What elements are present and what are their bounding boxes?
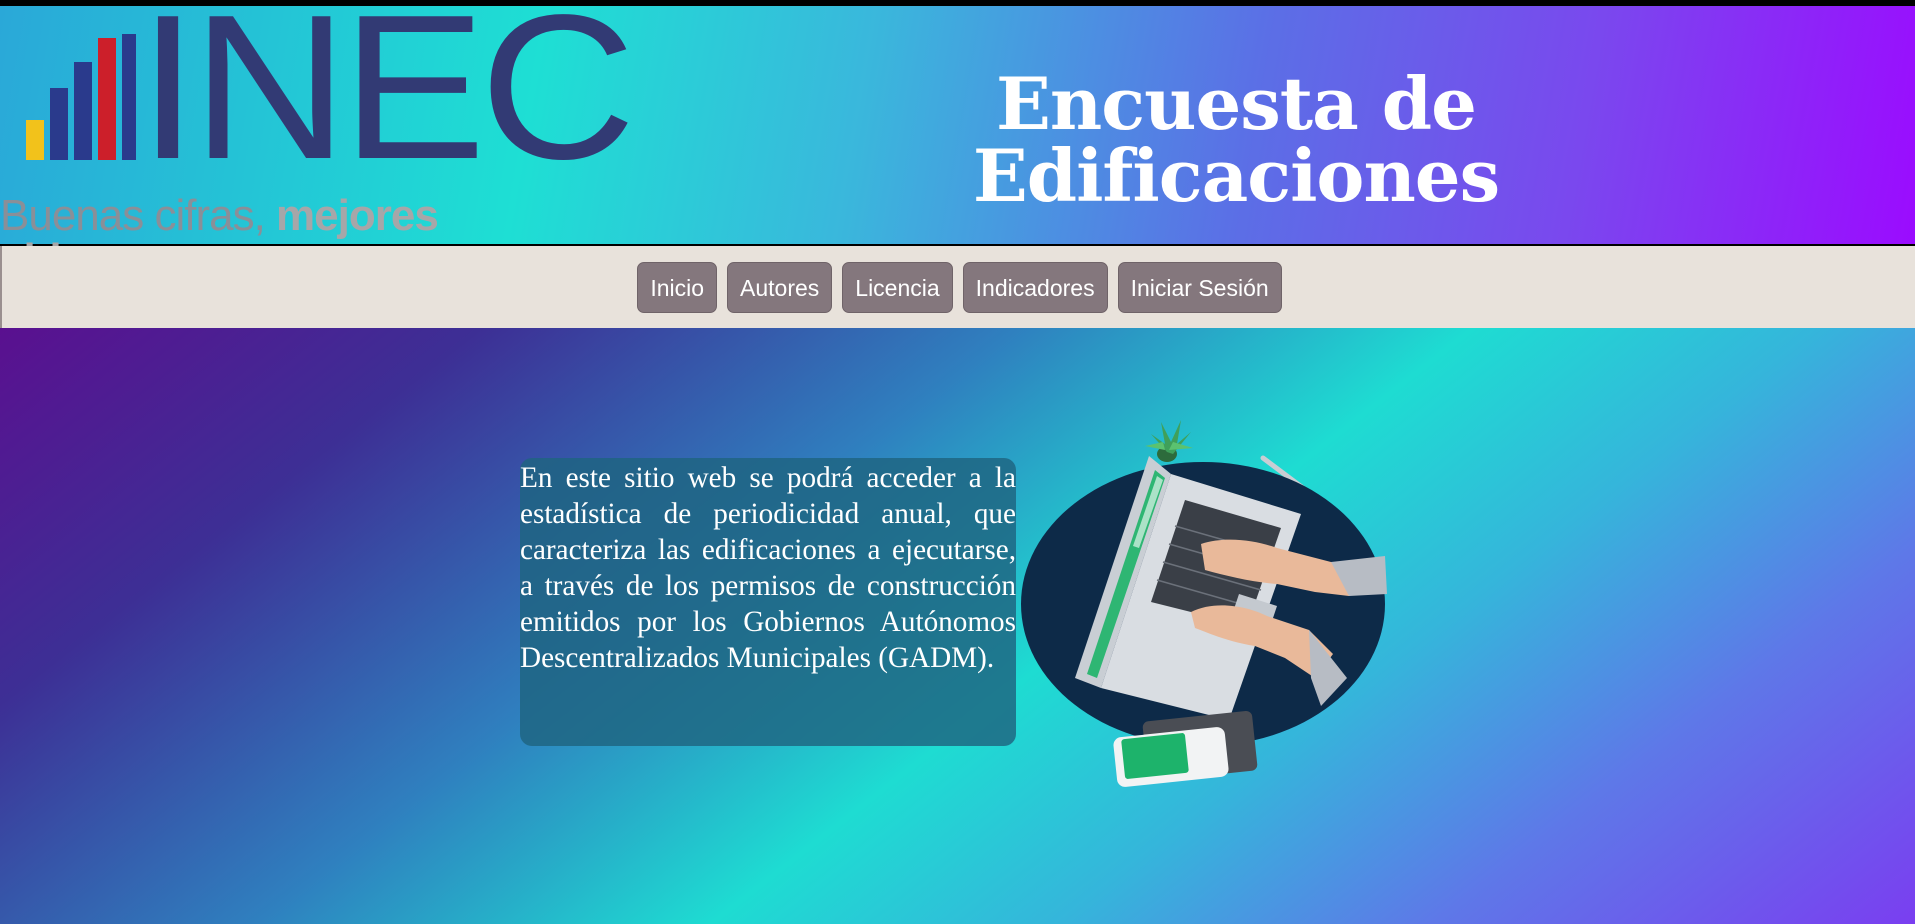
nav-indicadores-button[interactable]: Indicadores	[962, 261, 1108, 313]
logo-wordmark: INEC	[138, 6, 636, 202]
site-header: INEC Buenas cifras, mejores vidas Encues…	[0, 6, 1915, 282]
nav-iniciar-sesion-button[interactable]: Iniciar Sesión	[1117, 261, 1282, 313]
laptop-typing-illustration	[1021, 420, 1387, 787]
inec-logo[interactable]: INEC Buenas cifras, mejores vidas	[0, 6, 636, 282]
main-content: En este sitio web se podrá acceder a la …	[0, 328, 1915, 924]
intro-card: En este sitio web se podrá acceder a la …	[520, 458, 1016, 746]
plant-icon	[1145, 420, 1193, 462]
nav-autores-button[interactable]: Autores	[727, 261, 833, 313]
nav-licencia-button[interactable]: Licencia	[842, 261, 953, 313]
tagline-light: Buenas cifras,	[0, 191, 277, 240]
intro-text: En este sitio web se podrá acceder a la …	[520, 462, 1016, 674]
main-navigation: Inicio Autores Licencia Indicadores Inic…	[0, 246, 1915, 328]
nav-inicio-button[interactable]: Inicio	[637, 261, 718, 313]
logo-bars-icon	[26, 34, 138, 160]
page: INEC Buenas cifras, mejores vidas Encues…	[0, 6, 1915, 924]
page-title: Encuesta de Edificaciones	[972, 61, 1500, 218]
